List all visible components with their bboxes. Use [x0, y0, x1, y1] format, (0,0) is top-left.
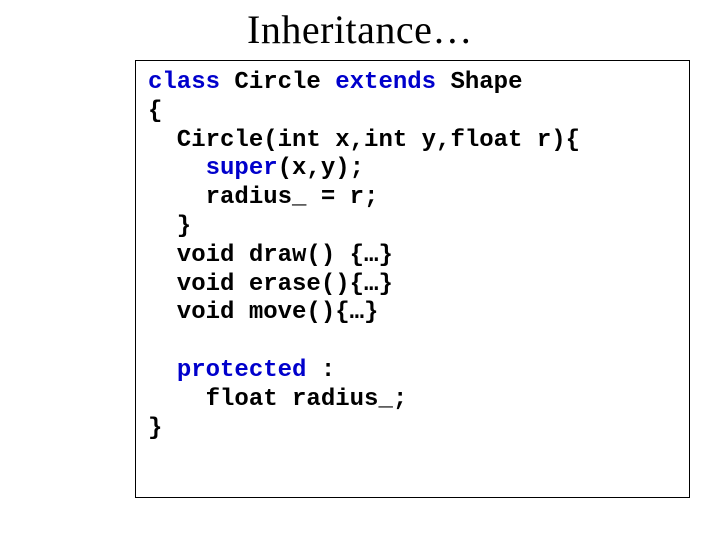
code-line-6: } — [148, 213, 191, 240]
code-line-12: float radius_; — [148, 386, 407, 413]
code-box: class Circle extends Shape { Circle(int … — [135, 60, 690, 498]
slide: Inheritance… class Circle extends Shape … — [0, 0, 720, 540]
code-line-3: Circle(int x,int y,float r){ — [148, 127, 580, 154]
code-line-8: void erase(){…} — [148, 271, 393, 298]
code-line-13: } — [148, 415, 162, 442]
keyword-super: super — [206, 155, 278, 182]
keyword-protected: protected — [177, 357, 307, 384]
code-line-5: radius_ = r; — [148, 184, 378, 211]
code-line-1: class Circle extends Shape — [148, 69, 522, 96]
slide-title: Inheritance… — [0, 0, 720, 53]
keyword-extends: extends — [335, 69, 436, 96]
code-line-11: protected : — [148, 357, 335, 384]
code-line-2: { — [148, 98, 162, 125]
code-line-4: super(x,y); — [148, 155, 364, 182]
code-line-9: void move(){…} — [148, 299, 378, 326]
code-line-7: void draw() {…} — [148, 242, 393, 269]
keyword-class: class — [148, 69, 220, 96]
